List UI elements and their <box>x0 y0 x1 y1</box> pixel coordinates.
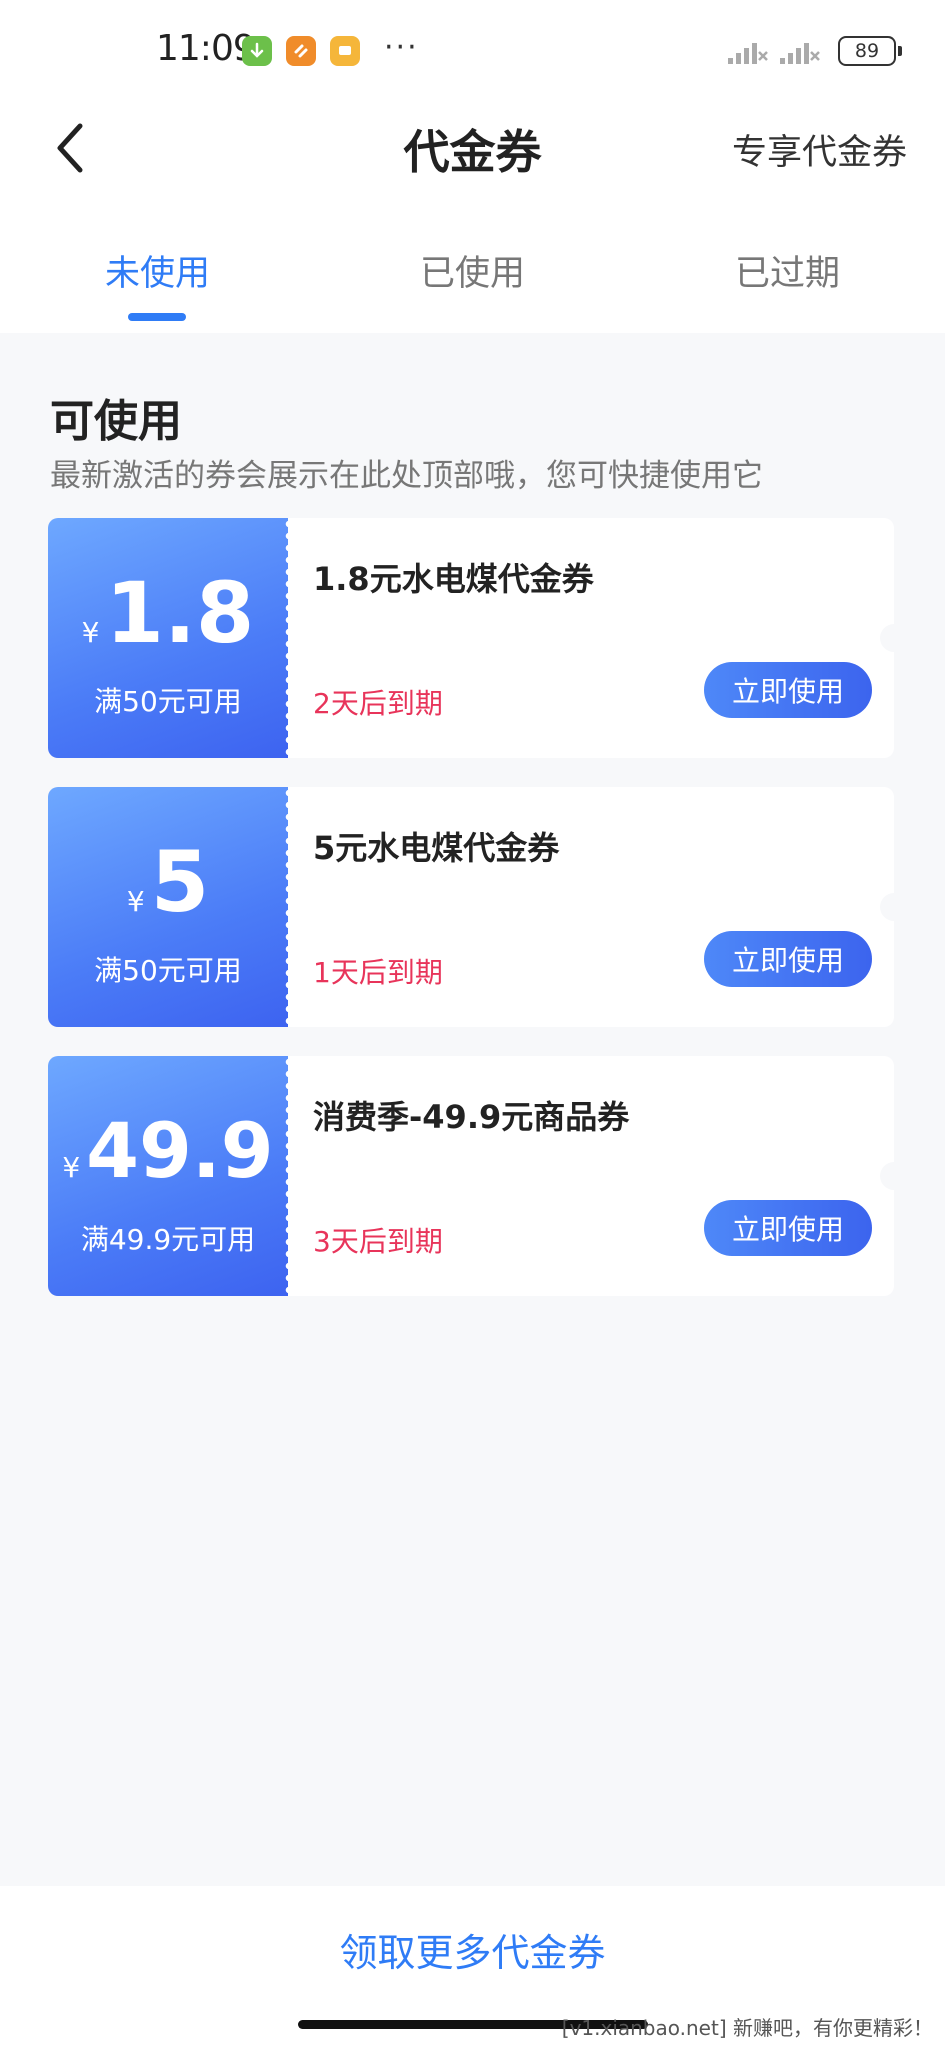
watermark-text: [v1.xianbao.net] 新赚吧，有你更精彩！ <box>561 2016 933 2040</box>
signal-icon <box>728 43 768 64</box>
battery-icon: 89 <box>838 36 902 66</box>
exclusive-coupons-link[interactable]: 专享代金券 <box>732 124 907 175</box>
chat-app-icon <box>330 36 360 66</box>
status-bar: 11:09 ··· 89 <box>0 0 945 100</box>
signal-icon <box>780 43 820 64</box>
active-tab-indicator <box>128 313 186 321</box>
coupon-amount: 1.8 <box>105 564 255 662</box>
orange-app-icon <box>286 36 316 66</box>
tab-unused[interactable]: 未使用 <box>0 245 315 296</box>
coupon-condition: 满49.9元可用 <box>80 1223 256 1256</box>
coupon-value-panel: ¥49.9 满49.9元可用 <box>48 1056 289 1296</box>
perforated-edge <box>281 518 289 758</box>
tab-used[interactable]: 已使用 <box>315 245 630 296</box>
coupon-notch <box>880 624 894 652</box>
perforated-edge <box>281 787 289 1027</box>
coupon-name: 5元水电煤代金券 <box>313 829 560 867</box>
coupon-amount: 5 <box>150 833 210 931</box>
coupon-expiry: 3天后到期 <box>313 1225 443 1258</box>
status-time: 11:09 <box>156 28 256 69</box>
currency-symbol: ¥ <box>81 616 100 649</box>
coupon-condition: 满50元可用 <box>94 954 242 987</box>
coupon-expiry: 2天后到期 <box>313 687 443 720</box>
coupon-notch <box>880 1162 894 1190</box>
coupon-card[interactable]: ¥1.8 满50元可用 1.8元水电煤代金券 2天后到期 立即使用 <box>48 518 894 758</box>
download-app-icon <box>242 36 272 66</box>
currency-symbol: ¥ <box>126 885 145 918</box>
use-now-button[interactable]: 立即使用 <box>704 662 872 718</box>
battery-level: 89 <box>854 40 880 62</box>
section-subtitle: 最新激活的券会展示在此处顶部哦，您可快捷使用它 <box>50 458 763 494</box>
tab-expired[interactable]: 已过期 <box>630 245 945 296</box>
coupon-amount: 49.9 <box>86 1106 274 1195</box>
use-now-button[interactable]: 立即使用 <box>704 1200 872 1256</box>
coupon-expiry: 1天后到期 <box>313 956 443 989</box>
coupon-name: 消费季-49.9元商品券 <box>313 1098 630 1136</box>
currency-symbol: ¥ <box>62 1151 81 1184</box>
coupon-name: 1.8元水电煤代金券 <box>313 560 594 598</box>
coupon-notch <box>880 893 894 921</box>
coupon-card[interactable]: ¥5 满50元可用 5元水电煤代金券 1天后到期 立即使用 <box>48 787 894 1027</box>
get-more-coupons-link[interactable]: 领取更多代金券 <box>0 1922 945 1977</box>
use-now-button[interactable]: 立即使用 <box>704 931 872 987</box>
overflow-dots: ··· <box>384 30 419 65</box>
coupon-card[interactable]: ¥49.9 满49.9元可用 消费季-49.9元商品券 3天后到期 立即使用 <box>48 1056 894 1296</box>
coupon-value-panel: ¥5 满50元可用 <box>48 787 289 1027</box>
coupon-value-panel: ¥1.8 满50元可用 <box>48 518 289 758</box>
coupon-condition: 满50元可用 <box>94 685 242 718</box>
perforated-edge <box>281 1056 289 1296</box>
section-title: 可使用 <box>50 396 182 447</box>
